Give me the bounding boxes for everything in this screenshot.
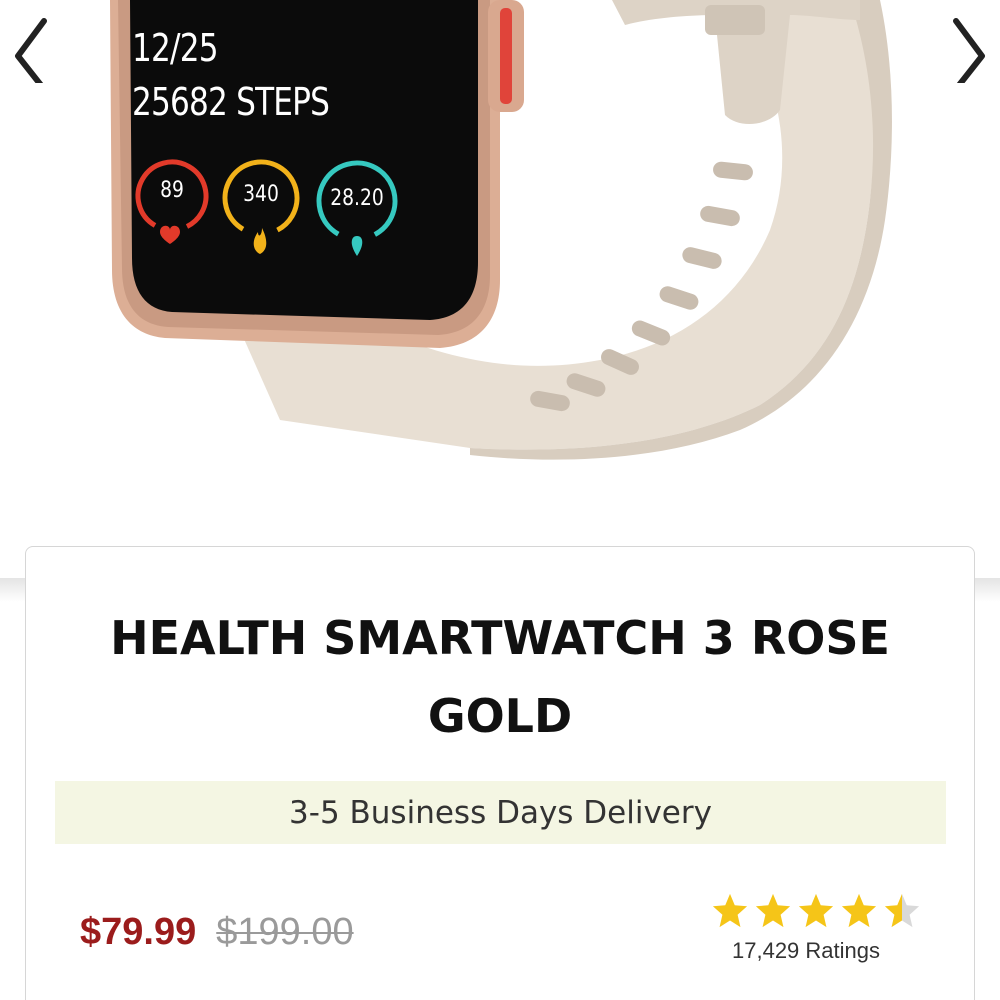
original-price: $199.00 [216,911,354,953]
rating-summary[interactable]: 17,429 Ratings [711,892,921,964]
next-image-button[interactable] [940,8,1000,88]
delivery-text: 3-5 Business Days Delivery [289,794,712,831]
watch-steps-text: 25682 STEPS [132,80,330,124]
chevron-left-icon [15,18,47,83]
price-row: $79.99 $199.00 [80,911,354,954]
star-icon [884,893,920,928]
current-price: $79.99 [80,911,197,953]
star-icon [755,893,791,928]
star-icon [841,893,877,928]
star-icon [798,893,834,928]
watch-calories-value: 340 [243,182,279,207]
delivery-banner: 3-5 Business Days Delivery [55,781,946,844]
ratings-count: 17,429 Ratings [732,938,880,963]
watch-date-text: 12/25 [132,26,219,70]
chevron-right-icon [953,18,985,83]
product-info-card: HEALTH SMARTWATCH 3 ROSE GOLD 3-5 Busine… [25,546,975,1000]
watch-distance-value: 28.20 [330,186,384,211]
star-rating [711,892,921,930]
watch-heart-rate-value: 89 [160,178,184,203]
product-title: HEALTH SMARTWATCH 3 ROSE GOLD [110,611,890,743]
star-icon [712,893,748,928]
previous-image-button[interactable] [0,8,60,88]
product-image-gallery: 12/25 25682 STEPS 89 340 28.20 [0,0,1000,560]
